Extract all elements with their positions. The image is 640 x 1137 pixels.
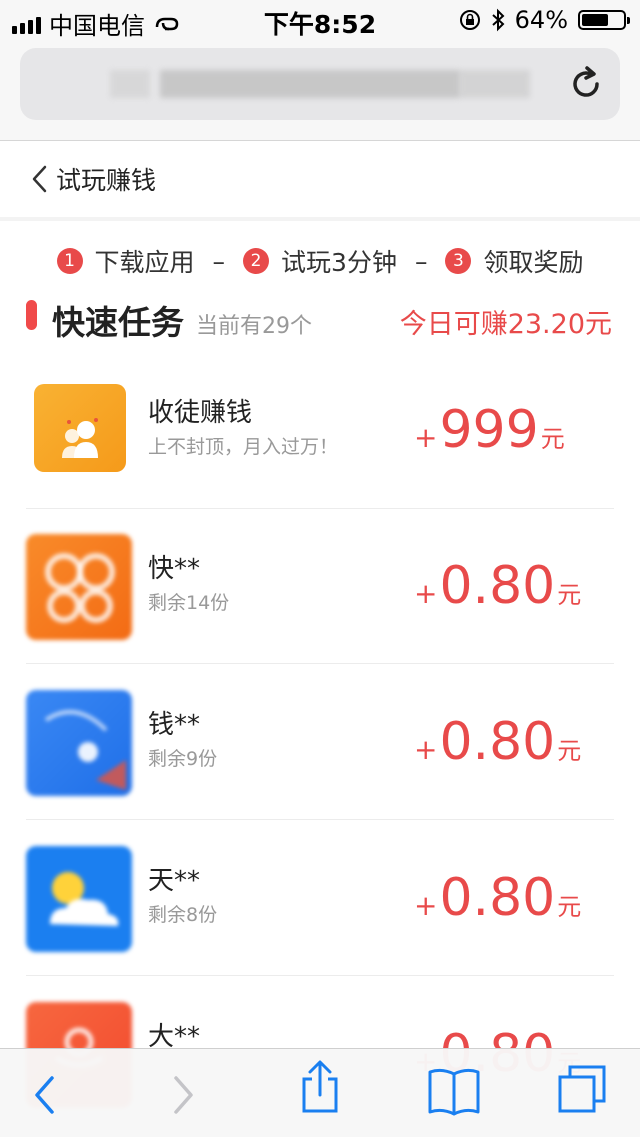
chevron-left-icon	[35, 1076, 54, 1114]
task-name: 收徒赚钱	[148, 398, 253, 428]
step-label: 试玩3分钟	[281, 248, 397, 277]
reload-icon[interactable]	[566, 64, 606, 104]
address-bar[interactable]	[20, 48, 620, 120]
reward-amount: 0.80	[439, 556, 556, 616]
reward-plus: +	[414, 577, 438, 610]
task-name: 钱**	[148, 710, 201, 740]
users-icon	[62, 418, 98, 458]
step-label: 下载应用	[94, 248, 195, 277]
step-separator: –	[414, 246, 428, 276]
page-title: 试玩赚钱	[56, 166, 157, 195]
back-button[interactable]: 试玩赚钱	[30, 161, 156, 197]
section-title: 快速任务	[52, 303, 184, 342]
chevron-left-icon	[32, 165, 47, 193]
book-icon	[428, 1068, 480, 1116]
browser-back-button[interactable]	[18, 1071, 70, 1119]
task-app-icon	[26, 846, 132, 952]
step-1: 1 下载应用	[56, 243, 195, 279]
bookmarks-button[interactable]	[424, 1067, 484, 1116]
reward-unit: 元	[557, 581, 582, 609]
share-icon	[302, 1060, 338, 1113]
step-2: 2 试玩3分钟	[243, 243, 397, 279]
section-marker	[26, 300, 37, 330]
task-reward: + 0.80 元	[414, 868, 614, 928]
task-reward: + 0.80 元	[414, 712, 614, 772]
page-header: 试玩赚钱	[0, 141, 640, 221]
steps-bar: 1 下载应用 – 2 试玩3分钟 – 3 领取奖励	[0, 240, 640, 282]
task-row[interactable]: 收徒赚钱 上不封顶，月入过万！ + 999 元	[26, 356, 614, 509]
task-desc: 剩余9份	[148, 748, 218, 770]
task-desc: 上不封顶，月入过万！	[148, 436, 339, 458]
task-app-icon	[26, 534, 132, 640]
battery-percent: 64%	[514, 6, 568, 34]
reward-plus: +	[414, 889, 438, 922]
step-label: 领取奖励	[483, 248, 584, 277]
reward-unit: 元	[557, 893, 582, 921]
today-earnings: 今日可赚23.20元	[399, 309, 612, 340]
task-reward: + 999 元	[414, 400, 614, 460]
tabs-button[interactable]	[556, 1065, 608, 1113]
step-number: 1	[56, 248, 83, 274]
task-app-icon	[34, 384, 126, 472]
share-button[interactable]	[294, 1060, 346, 1113]
task-row[interactable]: 钱** 剩余9份 + 0.80 元	[26, 664, 614, 820]
reward-amount: 0.80	[439, 868, 556, 928]
reward-plus: +	[414, 733, 438, 766]
task-name: 天**	[148, 866, 201, 896]
task-desc: 剩余14份	[148, 592, 230, 614]
weather-icon	[50, 872, 119, 926]
browser-toolbar	[0, 1048, 640, 1137]
battery-icon	[578, 10, 630, 30]
step-separator: –	[212, 246, 226, 276]
task-reward: + 0.80 元	[414, 556, 614, 616]
step-3: 3 领取奖励	[445, 243, 583, 279]
task-app-icon	[26, 690, 132, 796]
status-bar: 中国电信 下午8:52 64%	[0, 0, 640, 40]
reward-unit: 元	[540, 425, 565, 453]
quick-tasks-header: 快速任务 当前有29个 今日可赚23.20元	[0, 296, 640, 352]
task-row[interactable]: 天** 剩余8份 + 0.80 元	[26, 820, 614, 976]
reward-unit: 元	[557, 737, 582, 765]
tabs-icon	[558, 1065, 606, 1113]
reward-amount: 999	[439, 400, 539, 460]
reward-plus: +	[414, 421, 438, 454]
bluetooth-icon	[491, 8, 505, 32]
browser-address-area	[0, 40, 640, 141]
lock-rotation-icon	[459, 10, 480, 30]
task-name: 快**	[148, 554, 201, 584]
step-number: 3	[445, 248, 472, 274]
task-row[interactable]: 快** 剩余14份 + 0.80 元	[26, 508, 614, 664]
step-number: 2	[243, 248, 270, 274]
task-desc: 剩余8份	[148, 904, 218, 926]
reward-amount: 0.80	[439, 712, 556, 772]
browser-forward-button[interactable]	[158, 1071, 210, 1119]
task-count: 当前有29个	[196, 314, 312, 339]
chevron-right-icon	[174, 1076, 193, 1114]
